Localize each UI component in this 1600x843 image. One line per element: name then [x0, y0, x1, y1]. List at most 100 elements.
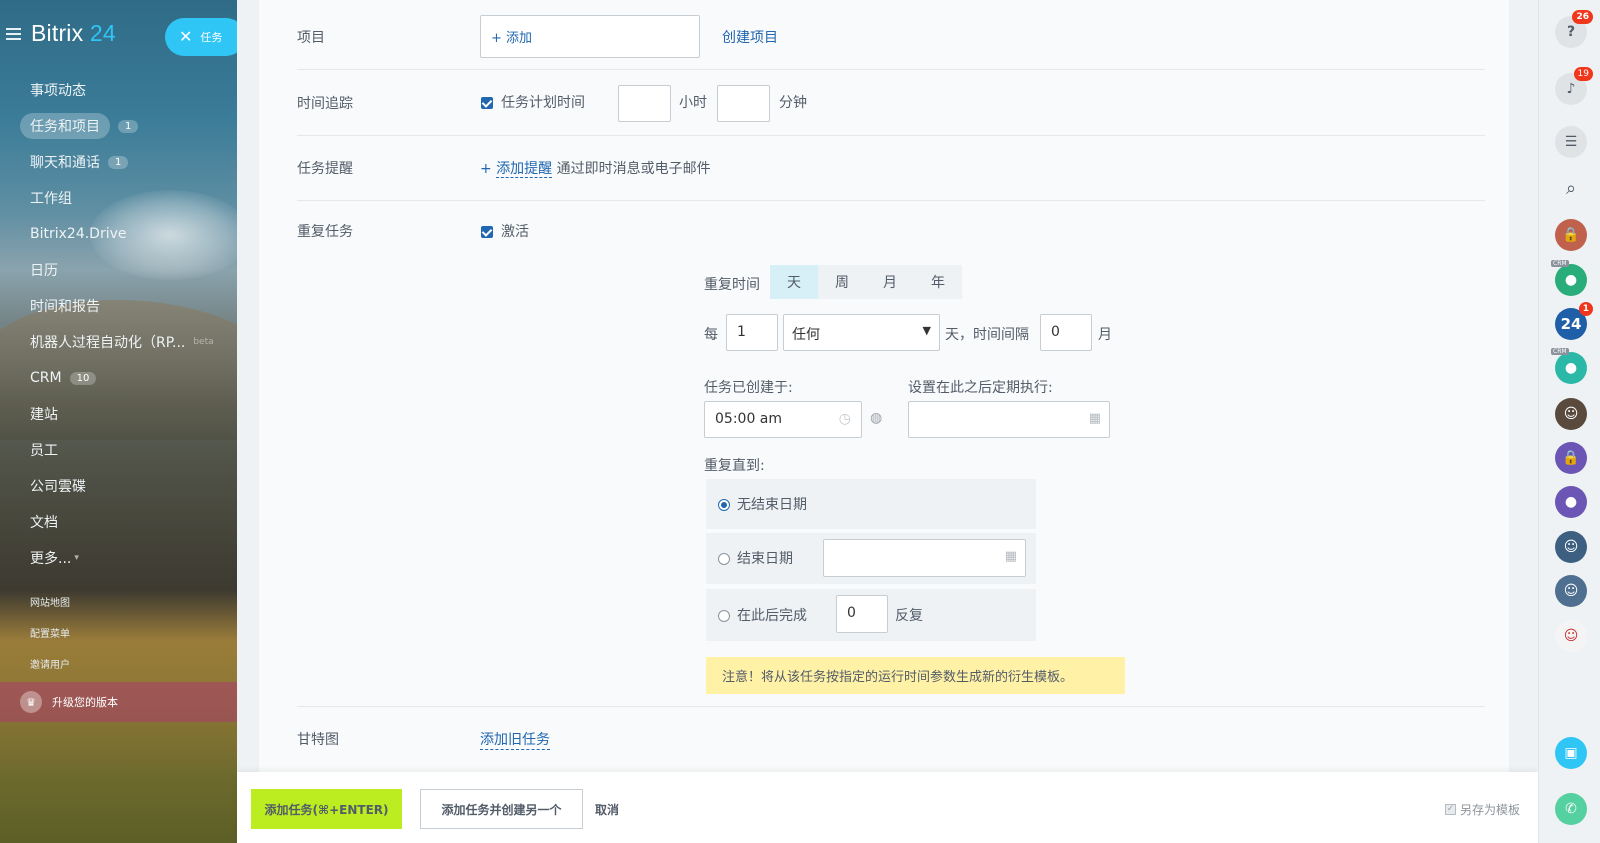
configure-menu-link[interactable]: 配置菜单 — [30, 625, 70, 656]
close-task-pill[interactable]: ✕ 任务 — [165, 18, 237, 56]
repeat-active-checkbox[interactable] — [481, 226, 493, 238]
logo[interactable]: Bitrix 24 — [6, 20, 116, 47]
after-count-unit: 反复 — [895, 608, 923, 624]
day-interval-label: 天，时间间隔 — [945, 327, 1029, 343]
add-and-create-button[interactable]: 添加任务并创建另一个 — [420, 789, 583, 829]
interval-input[interactable]: 0 — [1040, 314, 1092, 351]
sidebar-item-docs[interactable]: 文档 — [20, 504, 237, 540]
sidebar-item-time-reports[interactable]: 时间和报告 — [20, 288, 237, 324]
cancel-button[interactable]: 取消 — [595, 789, 619, 829]
after-count-option[interactable]: 在此后完成 0 反复 — [706, 589, 1036, 641]
add-task-label: 添加任务(⌘+ENTER) — [264, 802, 389, 817]
sidebar-small-links: 网站地图 配置菜单 邀请用户 — [30, 594, 70, 687]
user-avatar-3[interactable]: ☺ — [1555, 575, 1587, 607]
minutes-input[interactable] — [717, 85, 770, 122]
bell-icon[interactable]: ♪ 19 — [1555, 67, 1593, 105]
task-form: 项目 + 添加 创建项目 时间追踪 任务计划时间 小时 分钟 任务提醒 + 添加… — [259, 0, 1509, 772]
save-as-template[interactable]: ✓ 另存为模板 — [1444, 801, 1520, 818]
sidebar-item-label: 日历 — [30, 263, 58, 279]
tab-week[interactable]: 周 — [818, 265, 866, 299]
add-reminder-link[interactable]: 添加提醒 — [496, 161, 553, 178]
sidebar-item-tasks[interactable]: 任务和项目 1 — [20, 108, 237, 144]
add-project-button[interactable]: + 添加 — [480, 15, 700, 58]
every-label: 每 — [704, 327, 718, 343]
created-time-value: 05:00 am — [715, 411, 783, 427]
right-bar: ? 26 ♪ 19 ☰ ⌕ 🔒 ● CRM 24 1 ● CRM ☺ 🔒 ● ☺ ☺ ☺ … — [1538, 0, 1600, 843]
upgrade-banner[interactable]: ♛ 升级您的版本 — [0, 682, 237, 722]
add-task-button[interactable]: 添加任务(⌘+ENTER) — [251, 789, 402, 829]
tab-year[interactable]: 年 — [914, 265, 962, 299]
sidebar-item-employees[interactable]: 员工 — [20, 432, 237, 468]
lock-group-icon[interactable]: 🔒 — [1555, 442, 1587, 474]
save-template-checkbox[interactable]: ✓ — [1444, 804, 1456, 815]
sidebar-item-calendar[interactable]: 日历 — [20, 252, 237, 288]
planned-time-checkbox[interactable] — [481, 97, 493, 109]
end-date-option[interactable]: 结束日期 ▦ — [706, 533, 1036, 584]
reminder-line: + 添加提醒 通过即时消息或电子邮件 — [480, 158, 711, 178]
calendar-icon[interactable]: ▦ — [1089, 411, 1101, 426]
sidebar-item-rpa[interactable]: 机器人过程自动化（RP... beta — [20, 324, 237, 360]
no-end-radio[interactable] — [718, 499, 730, 511]
user-avatar-4[interactable]: ☺ — [1555, 620, 1587, 652]
every-input[interactable]: 1 — [726, 314, 778, 351]
user-avatar-2[interactable]: ☺ — [1555, 531, 1587, 563]
close-icon[interactable]: ✕ — [179, 29, 192, 45]
crm-contact-avatar[interactable]: ● CRM — [1551, 260, 1587, 296]
bitrix24-badge: 1 — [1578, 302, 1593, 316]
help-icon[interactable]: ? 26 — [1555, 10, 1593, 48]
search-icon[interactable]: ⌕ — [1555, 172, 1587, 204]
bitrix24-icon[interactable]: 24 1 — [1555, 302, 1593, 340]
count-badge: 1 — [118, 119, 139, 133]
after-count-radio[interactable] — [718, 610, 730, 622]
user-avatar[interactable]: ☺ — [1555, 398, 1587, 430]
reminder-row: 任务提醒 + 添加提醒 通过即时消息或电子邮件 — [297, 136, 1485, 201]
no-end-label: 无结束日期 — [737, 497, 807, 513]
menu-icon[interactable] — [6, 27, 21, 40]
calendar-icon[interactable]: ▦ — [1005, 549, 1017, 564]
sidebar-item-label: 更多... — [30, 551, 72, 567]
form-footer: 添加任务(⌘+ENTER) 添加任务并创建另一个 取消 ✓ 另存为模板 — [237, 772, 1538, 843]
day-type-select[interactable]: 任何 ▼ — [783, 314, 940, 351]
after-count-input[interactable]: 0 — [836, 595, 888, 633]
every-value: 1 — [737, 324, 746, 340]
repeat-active-label: 激活 — [501, 224, 529, 240]
document-icon[interactable]: ▣ — [1555, 737, 1587, 769]
clock-icon: ◷ — [838, 411, 851, 427]
tab-month[interactable]: 月 — [866, 265, 914, 299]
timezone-icon[interactable]: ◍ — [870, 410, 882, 426]
crm-contact-avatar-2[interactable]: ● CRM — [1551, 348, 1587, 384]
end-date-label: 结束日期 — [737, 551, 793, 567]
sidebar-item-crm[interactable]: CRM 10 — [20, 360, 237, 396]
sidebar-item-more[interactable]: 更多... ▾ — [20, 540, 237, 576]
day-type-value: 任何 — [792, 327, 820, 343]
tab-day[interactable]: 天 — [770, 265, 818, 299]
sidebar-item-label: 员工 — [30, 443, 58, 459]
warning-message: 注意！将从该任务按指定的运行时间参数生成新的衍生模板。 — [706, 657, 1125, 694]
crown-icon: ♛ — [20, 691, 42, 713]
end-date-input[interactable]: ▦ — [823, 539, 1026, 577]
sidebar-item-label: 机器人过程自动化（RP... — [30, 335, 186, 351]
sidebar-item-chat[interactable]: 聊天和通话 1 — [20, 144, 237, 180]
group-avatar[interactable]: ● — [1555, 486, 1587, 518]
add-previous-task-link[interactable]: 添加旧任务 — [480, 729, 550, 750]
phone-icon[interactable]: ✆ — [1555, 793, 1587, 825]
sidebar-item-workgroups[interactable]: 工作组 — [20, 180, 237, 216]
no-end-option[interactable]: 无结束日期 — [706, 479, 1036, 529]
project-row: 项目 + 添加 创建项目 — [297, 0, 1485, 70]
sidebar-item-label: 公司雲碟 — [30, 479, 86, 495]
start-after-input[interactable]: ▦ — [908, 401, 1110, 438]
add-project-label: + 添加 — [491, 31, 533, 46]
chevron-down-icon: ▾ — [74, 553, 79, 563]
chat-icon[interactable]: ☰ — [1555, 126, 1587, 158]
sitemap-link[interactable]: 网站地图 — [30, 594, 70, 625]
end-date-radio[interactable] — [718, 553, 730, 565]
sidebar-item-feed[interactable]: 事项动态 — [20, 72, 237, 108]
lock-icon[interactable]: 🔒 — [1555, 219, 1587, 251]
hours-input[interactable] — [618, 85, 671, 122]
create-project-link[interactable]: 创建项目 — [722, 27, 778, 47]
created-time-input[interactable]: 05:00 am ◷ — [704, 401, 862, 438]
sidebar-item-sites[interactable]: 建站 — [20, 396, 237, 432]
sidebar-item-drive[interactable]: Bitrix24.Drive — [20, 216, 237, 252]
sidebar-item-company-drive[interactable]: 公司雲碟 — [20, 468, 237, 504]
reminder-hint: 通过即时消息或电子邮件 — [556, 161, 711, 177]
